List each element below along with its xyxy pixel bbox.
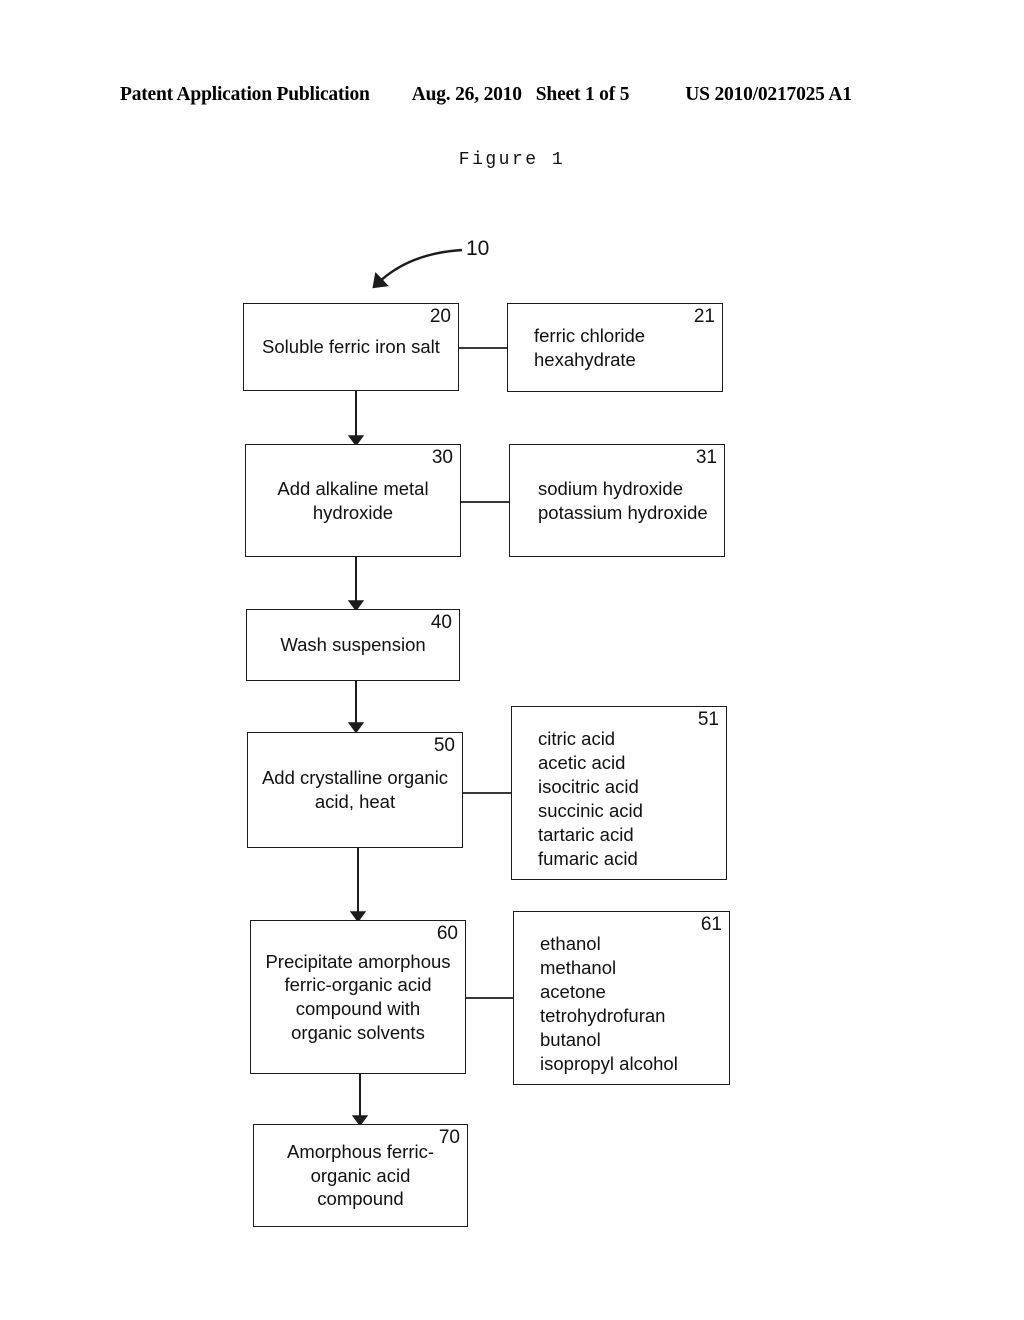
flow-node-61-label: ethanol methanol acetone tetrohydrofuran… bbox=[540, 933, 678, 1074]
flow-node-40-label: Wash suspension bbox=[280, 634, 426, 656]
flow-node-60: 60 Precipitate amorphous ferric-organic … bbox=[250, 920, 466, 1074]
flow-node-50-label: Add crystalline organic acid, heat bbox=[261, 767, 449, 812]
flow-node-51: 51 citric acid acetic acid isocitric aci… bbox=[511, 706, 727, 880]
flow-node-70-label: Amorphous ferric- organic acid compound bbox=[286, 1140, 434, 1210]
flow-node-70-ref: 70 bbox=[438, 1127, 460, 1148]
flow-node-31-ref: 31 bbox=[695, 447, 717, 468]
reference-numeral-10: 10 bbox=[466, 237, 490, 260]
flow-node-20: 20 Soluble ferric iron salt bbox=[243, 303, 459, 391]
flow-node-40-ref: 40 bbox=[430, 612, 452, 633]
flow-node-50: 50 Add crystalline organic acid, heat bbox=[247, 732, 463, 848]
flow-node-51-ref: 51 bbox=[697, 709, 719, 730]
flow-node-31: 31 sodium hydroxide potassium hydroxide bbox=[509, 444, 725, 557]
flow-node-30: 30 Add alkaline metal hydroxide bbox=[245, 444, 461, 557]
leader-line-10 bbox=[372, 248, 463, 289]
flow-node-61-ref: 61 bbox=[700, 914, 722, 935]
flow-node-61: 61 ethanol methanol acetone tetrohydrofu… bbox=[513, 911, 730, 1085]
flowchart-diagram: 10 20 Soluble ferric iron salt 21 ferric… bbox=[0, 0, 1024, 1320]
flow-node-40: 40 Wash suspension bbox=[246, 609, 460, 681]
flow-node-31-label: sodium hydroxide potassium hydroxide bbox=[538, 477, 708, 523]
flow-node-51-label: citric acid acetic acid isocitric acid s… bbox=[538, 728, 643, 869]
flow-node-30-label: Add alkaline metal hydroxide bbox=[277, 477, 429, 523]
flow-node-50-ref: 50 bbox=[433, 735, 455, 756]
flow-node-20-ref: 20 bbox=[429, 306, 451, 327]
flow-node-21: 21 ferric chloride hexahydrate bbox=[507, 303, 723, 392]
flow-node-21-ref: 21 bbox=[693, 306, 715, 327]
flow-node-20-label: Soluble ferric iron salt bbox=[262, 336, 440, 358]
flow-node-60-ref: 60 bbox=[436, 923, 458, 944]
flow-node-30-ref: 30 bbox=[431, 447, 453, 468]
flow-node-60-label: Precipitate amorphous ferric-organic aci… bbox=[265, 950, 451, 1043]
flow-node-70: 70 Amorphous ferric- organic acid compou… bbox=[253, 1124, 468, 1227]
flow-node-21-label: ferric chloride hexahydrate bbox=[534, 324, 646, 370]
flowchart-connectors bbox=[347, 248, 513, 1127]
